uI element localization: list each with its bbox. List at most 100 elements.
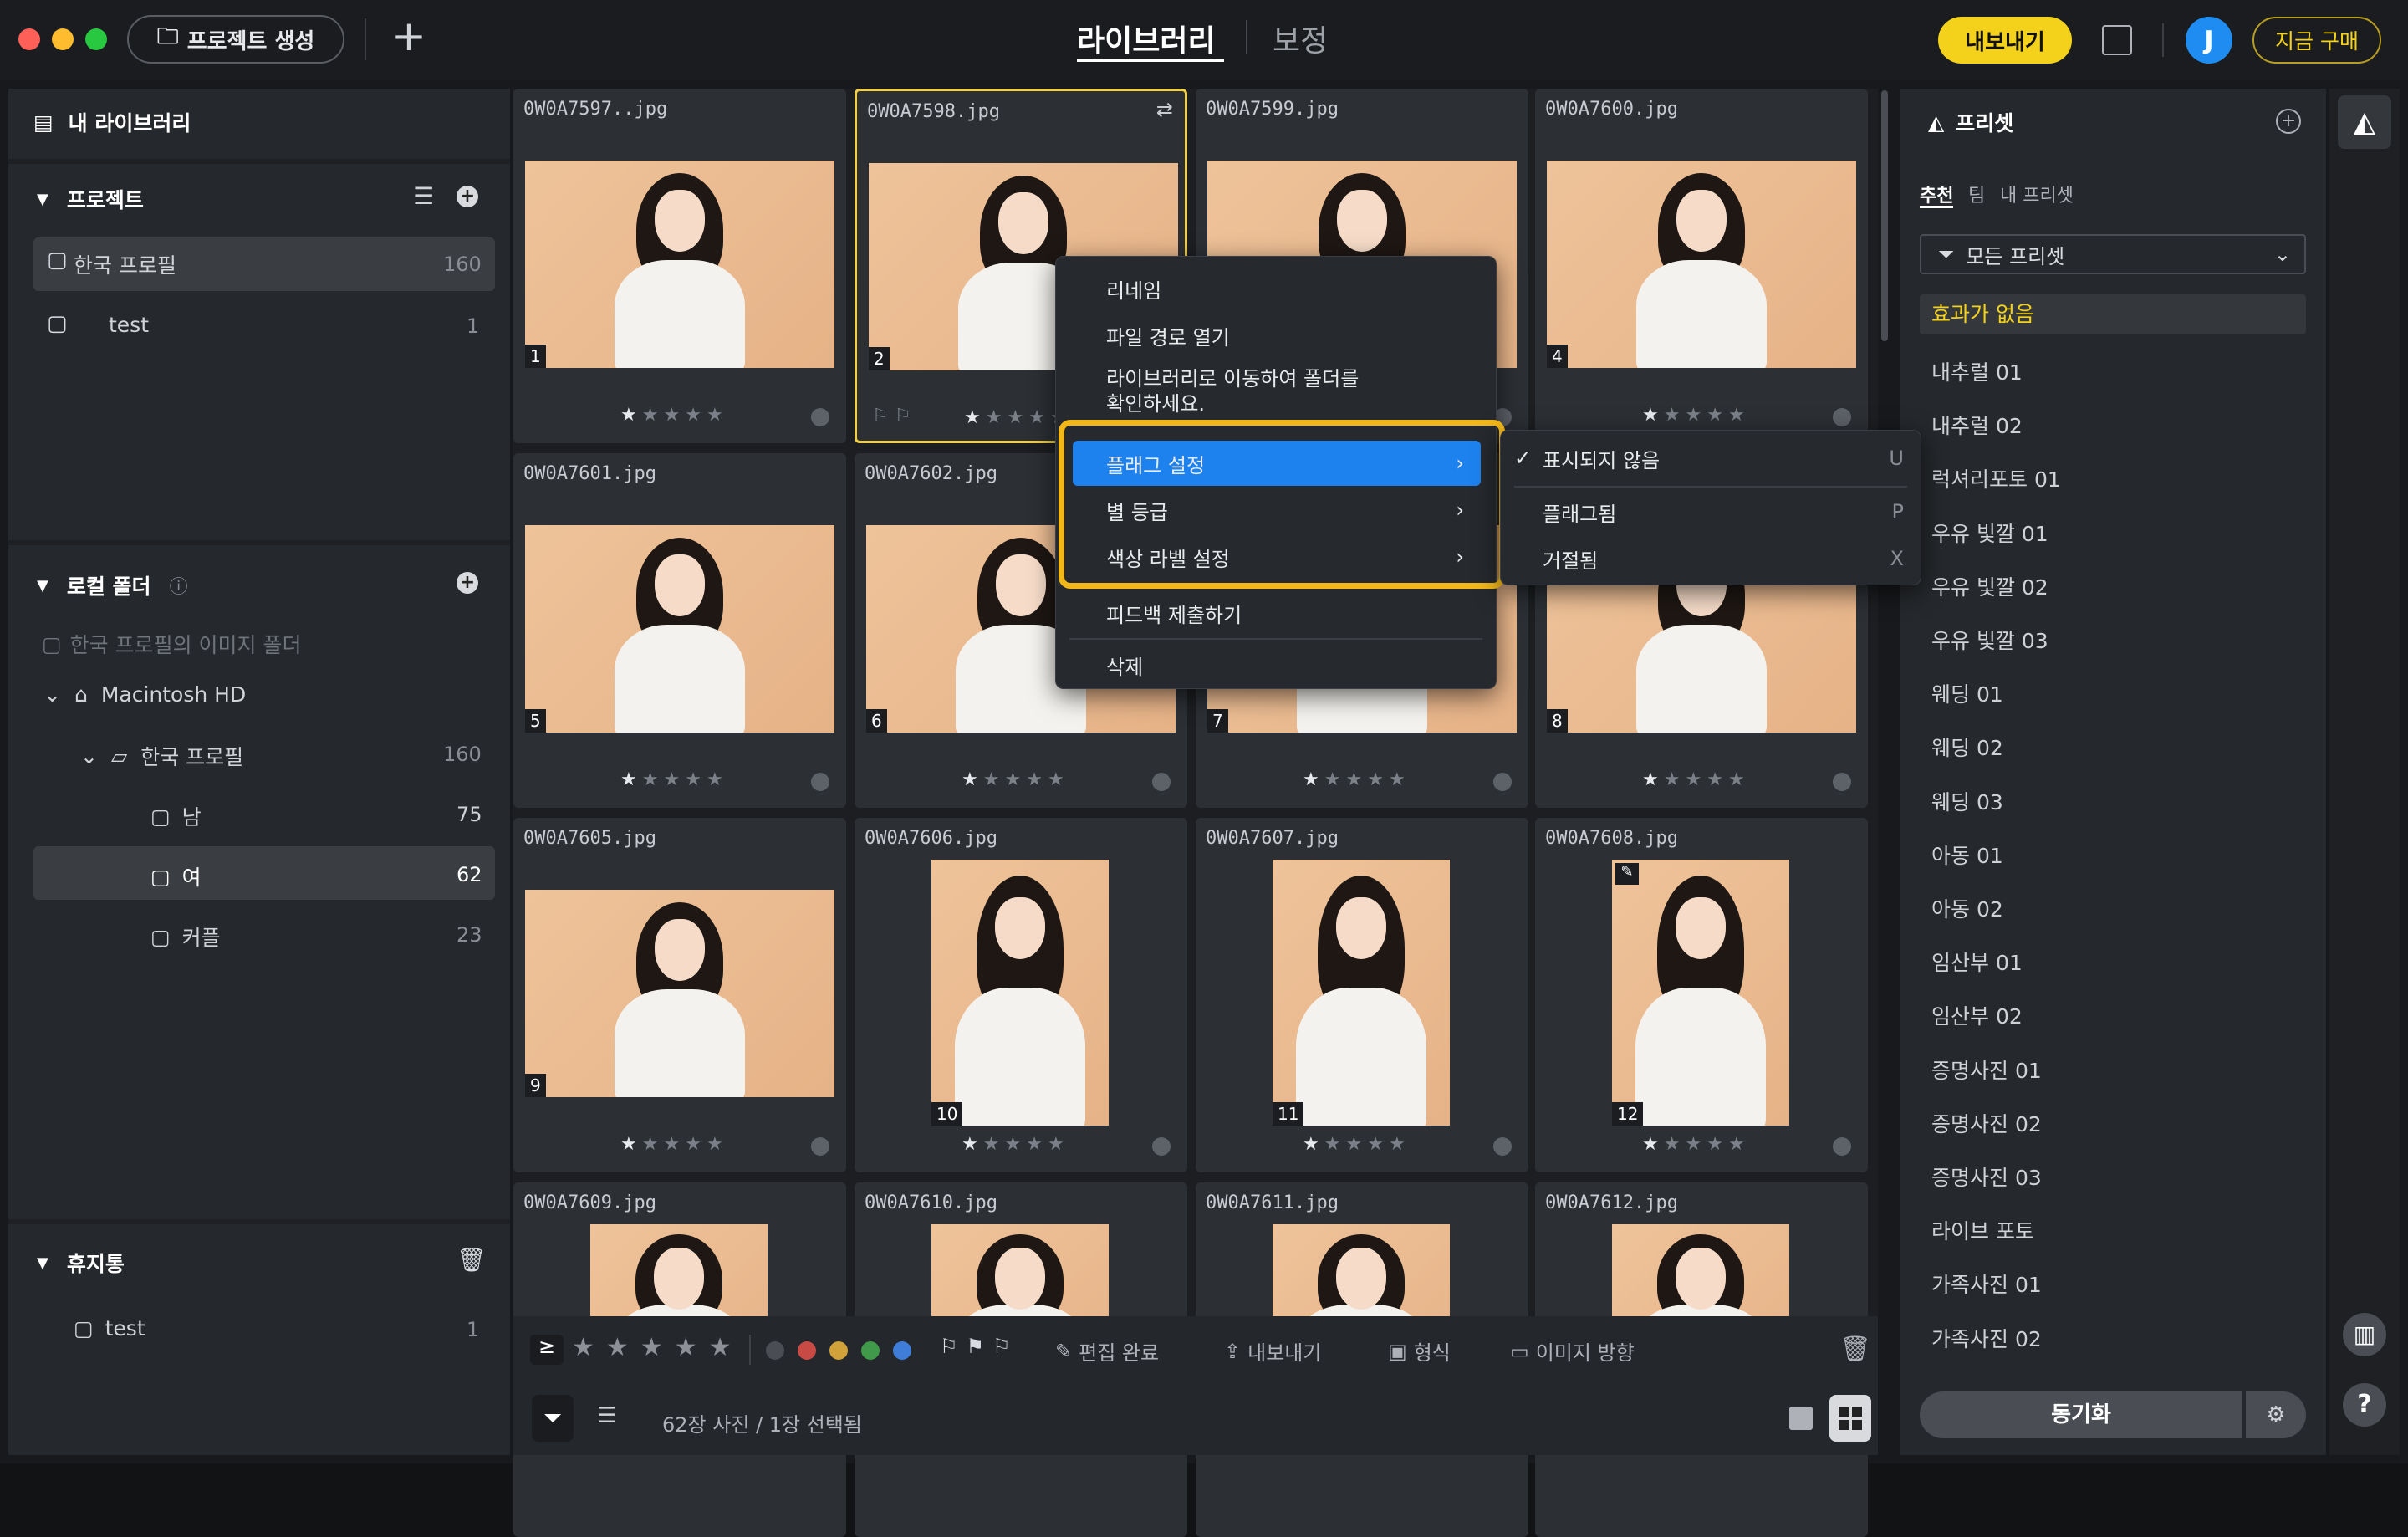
photo-thumbnail[interactable] [525, 890, 834, 1097]
preset-item[interactable]: 웨딩 03 [1931, 786, 2003, 816]
color-label-dot[interactable] [1833, 773, 1851, 791]
photo-cell[interactable]: 0W0A7597..jpg 1 ★ ★ ★ ★ ★ [513, 89, 846, 443]
add-folder-icon[interactable]: + [457, 572, 478, 594]
tab-edit[interactable]: 보정 [1273, 17, 1328, 60]
presets-rail-icon[interactable]: ◭ [2338, 95, 2391, 149]
flag-filled-icon[interactable]: ⚑ [967, 1335, 985, 1358]
sort-icon[interactable]: ☰ [413, 182, 434, 210]
preset-item[interactable]: 럭셔리포토 01 [1931, 463, 2061, 493]
my-library-title[interactable]: ▤ 내 라이브러리 [33, 107, 191, 137]
color-label-dot[interactable] [1833, 1137, 1851, 1156]
color-label-dot[interactable] [1493, 1137, 1512, 1156]
trash-header[interactable]: ▼ 휴지통 [37, 1248, 125, 1278]
preset-item[interactable]: 가족사진 01 [1931, 1269, 2042, 1299]
subfolder-item[interactable]: ▢ 여 [150, 861, 202, 891]
add-preset-icon[interactable]: + [2276, 109, 2301, 134]
preset-item[interactable]: 우유 빛깔 03 [1931, 625, 2048, 655]
color-label-dot[interactable] [1152, 773, 1171, 791]
export-filter[interactable]: ⇪ 내보내기 [1224, 1336, 1321, 1366]
local-folders-header[interactable]: ▼ 로컬 폴더 ⓘ [37, 570, 188, 600]
caret-down-icon[interactable]: ▼ [37, 1254, 48, 1272]
book-icon[interactable]: ▥ [2343, 1313, 2386, 1356]
sidebar-item-test[interactable]: test [109, 313, 149, 337]
menu-item-feedback[interactable]: 피드백 제출하기 [1056, 591, 1496, 635]
photo-thumbnail[interactable] [1273, 860, 1450, 1126]
star-rating[interactable]: ★★★★★ [620, 1134, 723, 1155]
trash-icon[interactable]: 🗑 [1839, 1335, 1871, 1364]
photo-thumbnail[interactable] [1547, 161, 1856, 368]
star-rating[interactable]: ★★★★★ [1642, 769, 1745, 790]
tab-library[interactable]: 라이브러리 [1077, 17, 1216, 60]
preset-item[interactable]: 우유 빛깔 02 [1931, 571, 2048, 601]
menu-item-open-path[interactable]: 파일 경로 열기 [1056, 315, 1496, 355]
color-label-dot[interactable] [811, 408, 829, 426]
zoom-window-button[interactable] [85, 28, 107, 50]
trash-item[interactable]: ▢ test [74, 1316, 145, 1340]
photo-thumbnail[interactable] [1612, 860, 1789, 1126]
preset-item[interactable]: 웨딩 02 [1931, 732, 2003, 762]
flag-reject-icon[interactable]: ⚐ [992, 1335, 1011, 1358]
photo-cell[interactable]: 0W0A7600.jpg 4 ★ ★ ★ ★ ★ [1535, 89, 1868, 443]
grid-scrollbar[interactable] [1881, 90, 1888, 341]
create-project-button[interactable]: 🗀 프로젝트 생성 [127, 15, 344, 64]
color-filter-none[interactable] [766, 1341, 784, 1360]
color-filter-dot[interactable] [829, 1341, 848, 1360]
photo-cell[interactable]: 0W0A7608.jpg 12 ★ ★ ★ ★ ★ ✎ [1535, 818, 1868, 1172]
color-filter-dot[interactable] [798, 1341, 816, 1360]
preset-item[interactable]: 아동 01 [1931, 840, 2003, 870]
preset-item[interactable]: 내추럴 02 [1931, 410, 2023, 440]
color-label-dot[interactable] [811, 773, 829, 791]
preset-no-effect[interactable]: 효과가 없음 [1920, 294, 2306, 334]
star-rating[interactable]: ★★★★★ [1642, 1134, 1745, 1155]
preset-item[interactable]: 임산부 02 [1931, 1000, 2023, 1030]
caret-down-icon[interactable]: ▼ [37, 577, 48, 595]
star-rating[interactable]: ★★★★★ [962, 769, 1064, 790]
caret-down-icon[interactable]: ▼ [37, 191, 48, 208]
photo-thumbnail[interactable] [525, 525, 834, 733]
single-view-icon[interactable] [1789, 1407, 1813, 1430]
export-button[interactable]: 내보내기 [1938, 17, 2072, 64]
preset-item[interactable]: 우유 빛깔 01 [1931, 518, 2048, 548]
subfolder-item[interactable]: ▢ 커플 [150, 922, 221, 952]
panel-toggle-icon[interactable] [2102, 25, 2132, 55]
photo-thumbnail[interactable] [931, 860, 1109, 1126]
preset-item[interactable]: 내추럴 01 [1931, 356, 2023, 386]
rating-filter-stars[interactable]: ★ ★ ★ ★ ★ [572, 1333, 732, 1362]
star-rating[interactable]: ★★★★★ [1303, 769, 1406, 790]
trash-icon[interactable]: 🗑 [457, 1246, 487, 1274]
color-label-dot[interactable] [1833, 408, 1851, 426]
preset-filter-select[interactable]: ⏷ 모든 프리셋 ⌄ [1920, 234, 2306, 274]
preset-item[interactable]: 웨딩 01 [1931, 678, 2003, 708]
star-rating[interactable]: ★★★★★ [1303, 1134, 1406, 1155]
tab-my-presets[interactable]: 내 프리셋 [2000, 181, 2074, 207]
filter-icon[interactable]: ⏷ [532, 1395, 574, 1442]
edit-done-filter[interactable]: ✎ 편집 완료 [1055, 1336, 1159, 1366]
star-rating[interactable]: ★★★★★ [964, 407, 1067, 428]
star-rating[interactable]: ★★★★★ [1642, 405, 1745, 426]
subfolder-item-selected[interactable] [33, 846, 495, 900]
color-filter-dot[interactable] [861, 1341, 880, 1360]
add-tab-plus-icon[interactable]: + [391, 12, 426, 60]
sort-icon[interactable]: ☰ [597, 1403, 616, 1428]
sync-button[interactable]: 동기화 [1920, 1391, 2242, 1438]
photo-cell[interactable]: 0W0A7605.jpg 9 ★ ★ ★ ★ ★ [513, 818, 846, 1172]
preset-item[interactable]: 증명사진 01 [1931, 1054, 2042, 1085]
color-label-dot[interactable] [1152, 1137, 1171, 1156]
tab-recommended[interactable]: 추천 [1920, 181, 1953, 207]
buy-now-button[interactable]: 지금 구매 [2252, 17, 2381, 64]
disk-item[interactable]: ⌄ ⌂ Macintosh HD [43, 682, 246, 707]
color-filter-dot[interactable] [893, 1341, 911, 1360]
menu-item-delete[interactable]: 삭제 [1056, 643, 1496, 687]
subfolder-item[interactable]: ▢ 남 [150, 801, 202, 831]
submenu-unflagged[interactable]: ✓ 표시되지 않음 U [1501, 437, 1921, 479]
submenu-flagged[interactable]: 플래그됨 P [1501, 491, 1921, 533]
orientation-filter[interactable]: ▭ 이미지 방향 [1510, 1336, 1635, 1366]
preset-item[interactable]: 아동 02 [1931, 893, 2003, 923]
menu-item-rename[interactable]: 리네임 [1056, 268, 1496, 309]
add-project-icon[interactable]: + [457, 186, 478, 207]
flag-icon[interactable]: ⚐ [940, 1335, 958, 1358]
menu-item-goto-library-2[interactable]: 확인하세요. [1056, 387, 1496, 416]
preset-item[interactable]: 증명사진 02 [1931, 1108, 2042, 1138]
folder-item-korean-profile[interactable]: ⌄ ▱ 한국 프로필 [80, 741, 243, 771]
star-rating[interactable]: ★★★★★ [962, 1134, 1064, 1155]
